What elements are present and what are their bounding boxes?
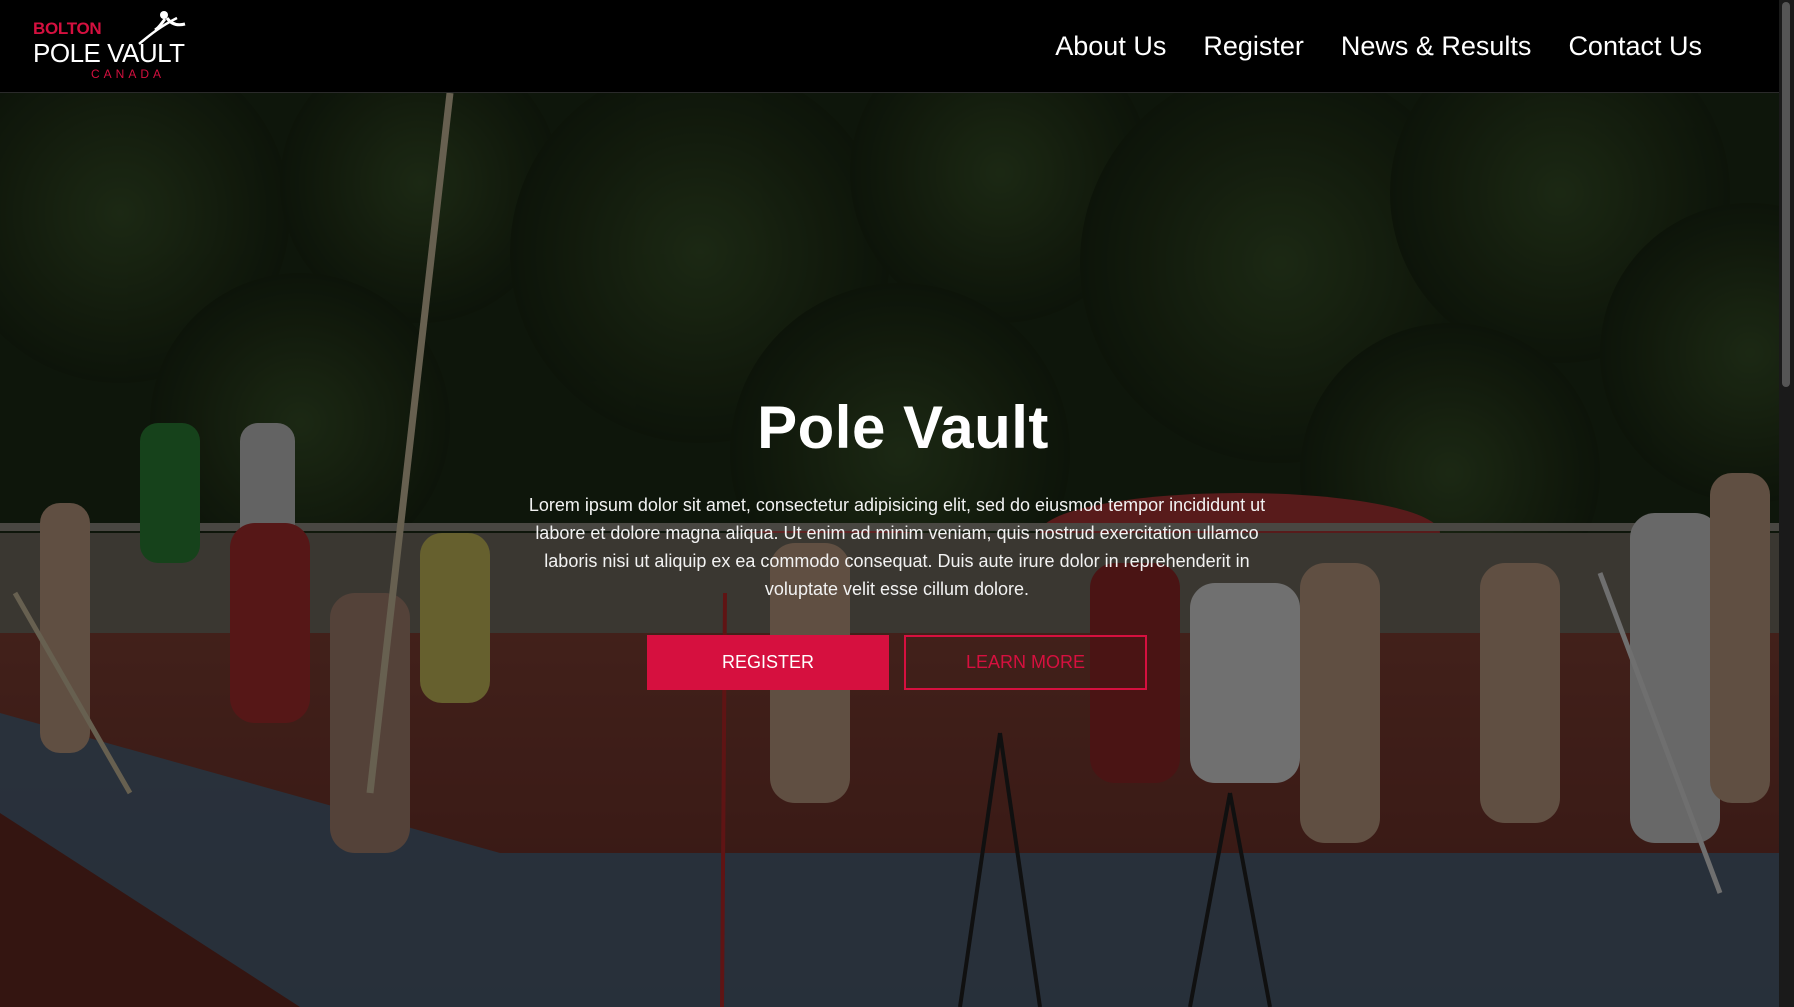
nav-contact-us[interactable]: Contact Us [1568,26,1702,66]
hero-description: Lorem ipsum dolor sit amet, consectetur … [528,495,1266,599]
nav-register[interactable]: Register [1203,26,1304,66]
logo-top-text: BOLTON [33,19,102,38]
register-button[interactable]: Register [647,635,889,690]
logo-sub-text: CANADA [91,67,166,81]
logo-main-text: POLE VAULT [33,38,185,68]
nav-about-us[interactable]: About Us [1055,26,1166,66]
learn-more-button[interactable]: Learn More [904,635,1147,690]
site-header: BOLTON POLE VAULT CANADA About Us Regist… [0,0,1794,93]
nav-news-results[interactable]: News & Results [1341,26,1532,66]
main-nav: About Us Register News & Results Contact… [1055,26,1702,66]
hero-title: Pole Vault [757,394,1049,461]
site-logo[interactable]: BOLTON POLE VAULT CANADA [33,10,193,81]
page-scrollbar[interactable] [1779,0,1794,1007]
hero-section: Pole Vault Lorem ipsum dolor sit amet, c… [0,93,1794,1007]
scrollbar-thumb[interactable] [1782,2,1790,387]
